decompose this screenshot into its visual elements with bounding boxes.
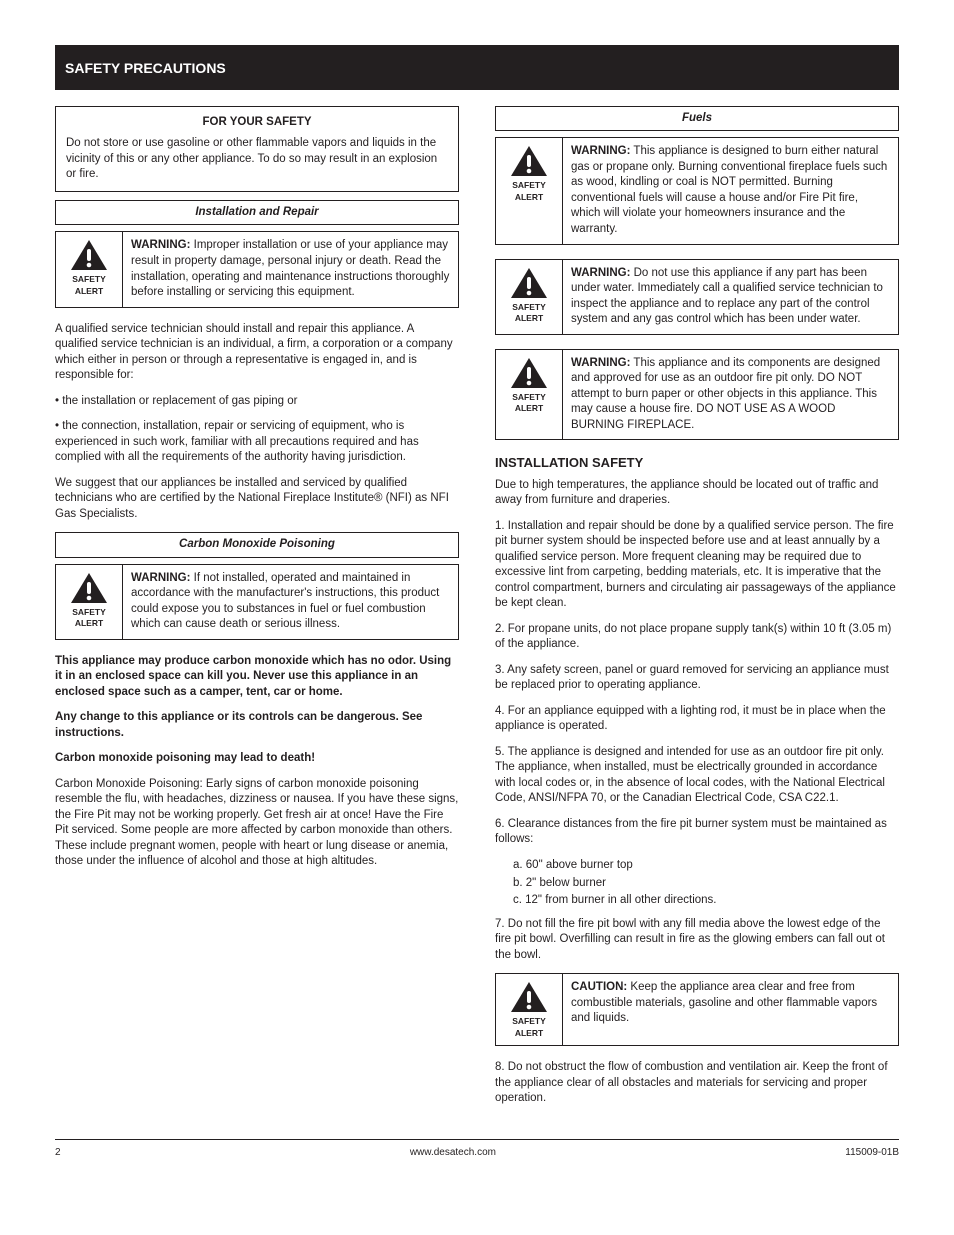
install-para-1: A qualified service technician should in… xyxy=(55,322,459,384)
install-warn-6: 6. Clearance distances from the fire pit… xyxy=(495,817,899,848)
for-your-safety-title: FOR YOUR SAFETY xyxy=(66,115,448,131)
alert-label: SAFETYALERT xyxy=(512,392,546,415)
warning-icon-cell: SAFETYALERT xyxy=(496,138,563,243)
warning-level: WARNING: xyxy=(571,145,630,157)
left-column: FOR YOUR SAFETY Do not store or use gaso… xyxy=(55,106,459,1117)
warning-level: WARNING: xyxy=(571,267,630,279)
install-warn-5: 5. The appliance is designed and intende… xyxy=(495,745,899,807)
warning-level: WARNING: xyxy=(131,239,190,251)
for-your-safety-box: FOR YOUR SAFETY Do not store or use gaso… xyxy=(55,106,459,192)
alert-triangle-icon xyxy=(509,356,549,390)
warning-install-repair: SAFETYALERT WARNING: Improper installati… xyxy=(55,231,459,307)
nfi-para: We suggest that our appliances be instal… xyxy=(55,476,459,523)
warning-icon-cell: SAFETYALERT xyxy=(56,232,123,306)
warning-level: WARNING: xyxy=(131,572,190,584)
warning-fuels-1: SAFETYALERT WARNING: This appliance is d… xyxy=(495,137,899,244)
footer-rev: 115009-01B xyxy=(845,1146,899,1160)
footer-url: www.desatech.com xyxy=(410,1146,496,1160)
alert-label: SAFETYALERT xyxy=(512,302,546,325)
page-footer: 2 www.desatech.com 115009-01B xyxy=(55,1146,899,1160)
warning-text: WARNING: Improper installation or use of… xyxy=(123,232,458,306)
warning-text: WARNING: Do not use this appliance if an… xyxy=(563,260,898,334)
alert-label: SAFETYALERT xyxy=(72,607,106,630)
air-flow-para: 8. Do not obstruct the flow of combustio… xyxy=(495,1060,899,1107)
caution-level: CAUTION: xyxy=(571,981,627,993)
install-warn-4: 4. For an appliance equipped with a ligh… xyxy=(495,704,899,735)
install-warn-3: 3. Any safety screen, panel or guard rem… xyxy=(495,663,899,694)
alert-label: SAFETYALERT xyxy=(72,274,106,297)
warning-carbon: SAFETYALERT WARNING: If not installed, o… xyxy=(55,564,459,640)
warning-icon-cell: SAFETYALERT xyxy=(496,974,563,1045)
alert-triangle-icon xyxy=(509,266,549,300)
installation-safety-header: INSTALLATION SAFETY xyxy=(495,454,899,472)
page-banner: SAFETY PRECAUTIONS xyxy=(55,45,899,90)
carbon-para-2: Any change to this appliance or its cont… xyxy=(55,710,459,741)
carbon-monoxide-header: Carbon Monoxide Poisoning xyxy=(55,532,459,558)
two-column-layout: FOR YOUR SAFETY Do not store or use gaso… xyxy=(55,106,899,1117)
warning-text: WARNING: This appliance and its componen… xyxy=(563,350,898,440)
warning-level: WARNING: xyxy=(571,357,630,369)
alert-label: SAFETYALERT xyxy=(512,180,546,203)
install-para-3: • the connection, installation, repair o… xyxy=(55,419,459,466)
warning-text: WARNING: If not installed, operated and … xyxy=(123,565,458,639)
clearance-a: a. 60" above burner top xyxy=(513,858,899,874)
install-safety-intro: Due to high temperatures, the appliance … xyxy=(495,478,899,509)
warning-text: WARNING: This appliance is designed to b… xyxy=(563,138,898,243)
alert-triangle-icon xyxy=(69,571,109,605)
alert-label: SAFETYALERT xyxy=(512,1016,546,1039)
carbon-para-3: Carbon monoxide poisoning may lead to de… xyxy=(55,751,459,767)
clearance-c: c. 12" from burner in all other directio… xyxy=(513,893,899,909)
fill-media-para: 7. Do not fill the fire pit bowl with an… xyxy=(495,917,899,964)
for-your-safety-body: Do not store or use gasoline or other fl… xyxy=(66,136,448,183)
carbon-para-4: Carbon Monoxide Poisoning: Early signs o… xyxy=(55,777,459,870)
clearance-b: b. 2" below burner xyxy=(513,876,899,892)
warning-icon-cell: SAFETYALERT xyxy=(56,565,123,639)
install-para-2: • the installation or replacement of gas… xyxy=(55,394,459,410)
carbon-para-1: This appliance may produce carbon monoxi… xyxy=(55,654,459,701)
install-warn-2: 2. For propane units, do not place propa… xyxy=(495,622,899,653)
alert-triangle-icon xyxy=(69,238,109,272)
warning-icon-cell: SAFETYALERT xyxy=(496,350,563,440)
footer-rule xyxy=(55,1139,899,1140)
warning-icon-cell: SAFETYALERT xyxy=(496,260,563,334)
right-column: Fuels SAFETYALERT WARNING: This applianc… xyxy=(495,106,899,1117)
fuels-header: Fuels xyxy=(495,106,899,132)
warning-body: This appliance is designed to burn eithe… xyxy=(571,145,887,235)
alert-triangle-icon xyxy=(509,980,549,1014)
page-number: 2 xyxy=(55,1146,61,1160)
warning-fuels-3: SAFETYALERT WARNING: This appliance and … xyxy=(495,349,899,441)
warning-text: CAUTION: Keep the appliance area clear a… xyxy=(563,974,898,1045)
caution-keep-clear: SAFETYALERT CAUTION: Keep the appliance … xyxy=(495,973,899,1046)
installation-repair-header: Installation and Repair xyxy=(55,200,459,226)
warning-fuels-2: SAFETYALERT WARNING: Do not use this app… xyxy=(495,259,899,335)
alert-triangle-icon xyxy=(509,144,549,178)
install-warn-1: 1. Installation and repair should be don… xyxy=(495,519,899,612)
